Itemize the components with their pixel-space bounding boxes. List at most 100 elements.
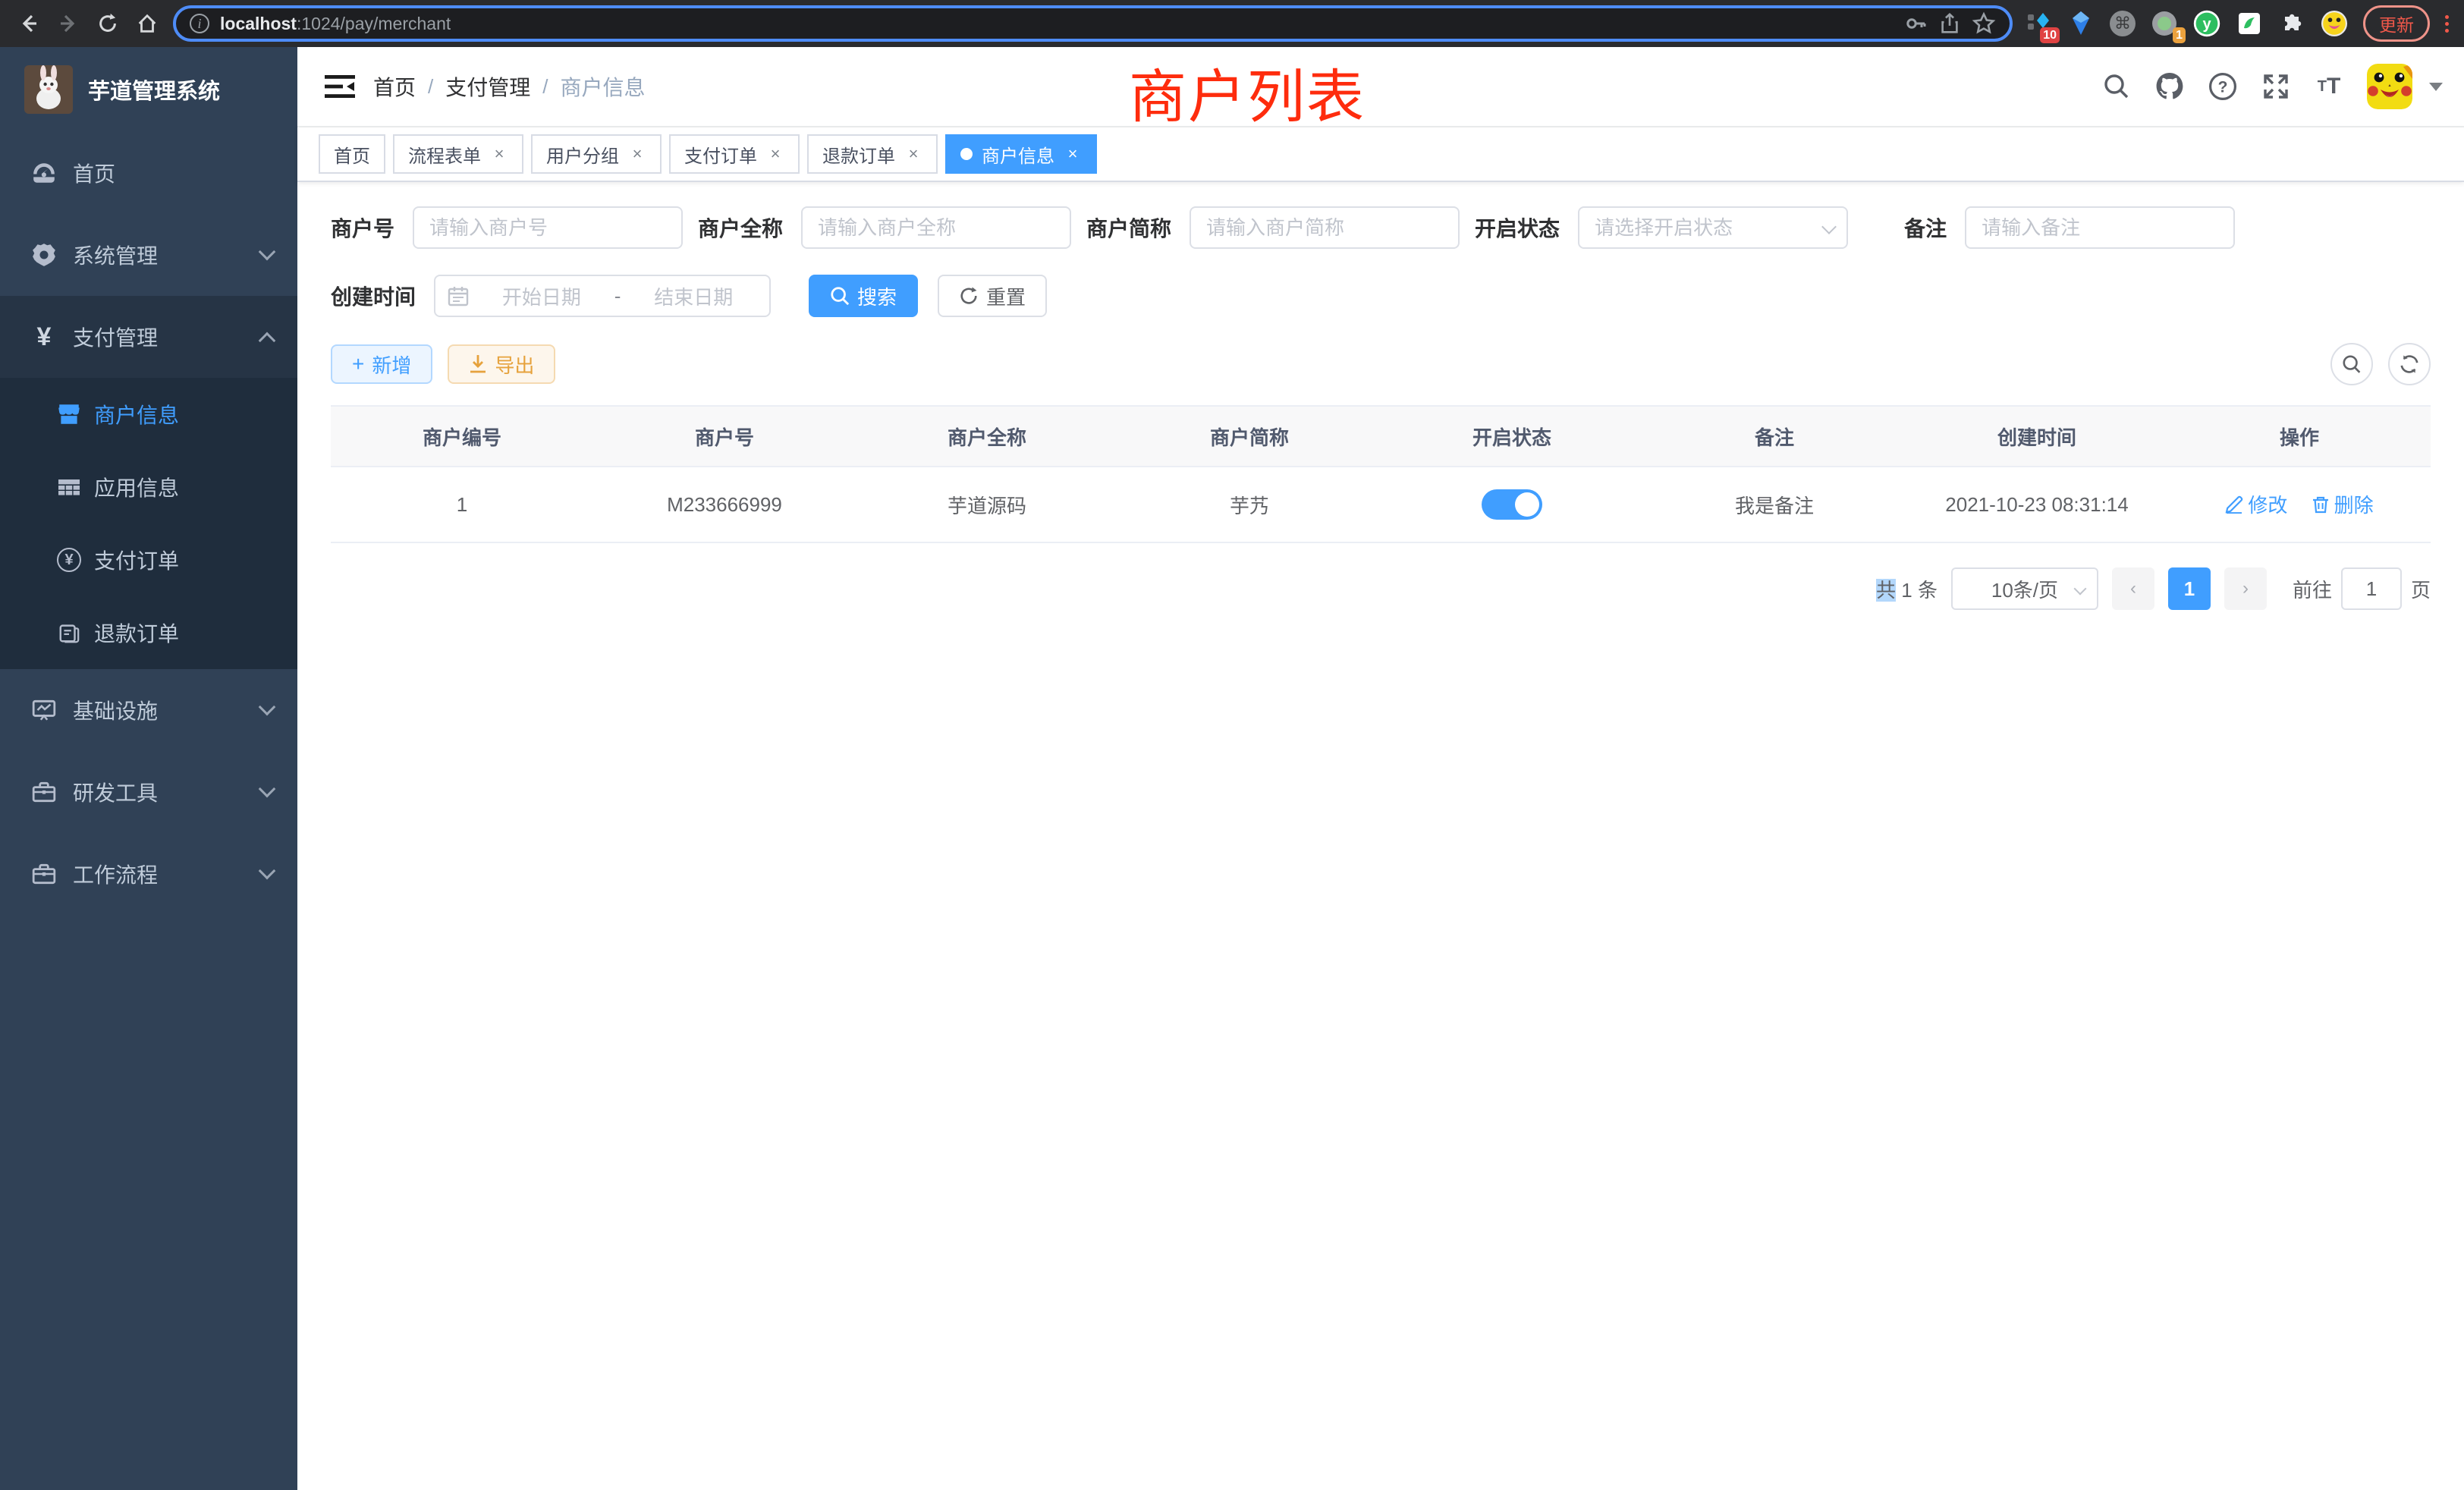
address-bar[interactable]: i localhost:1024/pay/merchant (173, 5, 2013, 42)
date-range-picker[interactable]: 开始日期 - 结束日期 (434, 275, 771, 317)
goto-page-input[interactable] (2341, 567, 2402, 610)
col-actions: 操作 (2168, 406, 2431, 467)
browser-reload-icon[interactable] (94, 10, 121, 37)
sidebar-fold-icon[interactable] (325, 74, 355, 99)
user-avatar[interactable] (2367, 64, 2412, 109)
search-button[interactable]: 搜索 (809, 275, 918, 317)
extension-pie-icon[interactable]: 1 (2151, 10, 2178, 37)
svg-text:y: y (2202, 16, 2211, 33)
top-navbar: 首页 / 支付管理 / 商户信息 商户列表 ? TT (297, 47, 2464, 127)
sidebar-item-label: 商户信息 (94, 399, 179, 429)
col-full-name: 商户全称 (856, 406, 1118, 467)
add-button[interactable]: + 新增 (331, 344, 432, 384)
reset-button[interactable]: 重置 (938, 275, 1047, 317)
extension-green-doc-icon[interactable] (2236, 10, 2263, 37)
status-label: 开启状态 (1475, 212, 1578, 243)
screen: i localhost:1024/pay/merchant 10 ⌘ 1 y 更… (0, 0, 2464, 1490)
dashboard-icon (30, 159, 58, 187)
extensions-puzzle-icon[interactable] (2278, 10, 2305, 37)
site-info-icon[interactable]: i (190, 14, 209, 33)
sidebar-item-merchant-info[interactable]: 商户信息 (0, 378, 297, 451)
close-icon[interactable]: × (490, 145, 508, 163)
chevron-down-icon (259, 863, 276, 880)
sidebar-item-workflow[interactable]: 工作流程 (0, 833, 297, 915)
page-size-select[interactable]: 10条/页 (1951, 567, 2098, 610)
browser-update-button[interactable]: 更新 (2363, 5, 2430, 42)
monitor-icon (30, 696, 58, 724)
cell-created-at: 2021-10-23 08:31:14 (1906, 467, 2168, 542)
avatar-caret-icon[interactable] (2429, 83, 2443, 91)
sidebar-item-devtools[interactable]: 研发工具 (0, 751, 297, 833)
close-icon[interactable]: × (628, 145, 646, 163)
sidebar-item-payment[interactable]: ¥ 支付管理 (0, 296, 297, 378)
next-page-button[interactable]: › (2224, 567, 2267, 610)
sidebar-item-label: 退款订单 (94, 618, 179, 648)
close-icon[interactable]: × (904, 145, 922, 163)
sidebar: 芋道管理系统 首页 系统管理 ¥ 支付管理 (0, 47, 297, 1490)
github-icon[interactable] (2154, 71, 2185, 102)
search-icon[interactable] (2101, 71, 2132, 102)
prev-page-button[interactable]: ‹ (2112, 567, 2154, 610)
close-icon[interactable]: × (766, 145, 784, 163)
refresh-icon (2400, 354, 2419, 374)
sidebar-item-home[interactable]: 首页 (0, 132, 297, 214)
browser-chrome: i localhost:1024/pay/merchant 10 ⌘ 1 y 更… (0, 0, 2464, 47)
tab-refund-order[interactable]: 退款订单× (807, 134, 938, 174)
remark-input[interactable] (1965, 206, 2235, 249)
breadcrumb-home[interactable]: 首页 (373, 71, 416, 102)
payment-submenu: 商户信息 应用信息 ¥ 支付订单 退款订单 (0, 378, 297, 669)
extension-blue-gem-icon[interactable] (2067, 10, 2095, 37)
end-date-placeholder[interactable]: 结束日期 (630, 282, 757, 310)
col-merchant-id: 商户编号 (331, 406, 593, 467)
download-icon (469, 354, 487, 374)
browser-back-icon[interactable] (15, 10, 42, 37)
tab-user-group[interactable]: 用户分组× (531, 134, 662, 174)
refresh-table-button[interactable] (2388, 343, 2431, 385)
status-toggle[interactable] (1482, 489, 1542, 520)
merchant-short-input[interactable] (1190, 206, 1460, 249)
profile-smiley-icon[interactable] (2321, 10, 2348, 37)
delete-link[interactable]: 删除 (2312, 490, 2374, 518)
browser-menu-icon[interactable] (2445, 15, 2449, 33)
merchant-name-input[interactable] (801, 206, 1071, 249)
gear-icon (30, 241, 58, 269)
extension-y-icon[interactable]: y (2193, 10, 2220, 37)
start-date-placeholder[interactable]: 开始日期 (478, 282, 605, 310)
merchant-name-label: 商户全称 (698, 212, 801, 243)
extension-command-icon[interactable]: ⌘ (2110, 11, 2136, 36)
tab-pay-order[interactable]: 支付订单× (669, 134, 800, 174)
chevron-down-icon (259, 244, 276, 261)
sidebar-item-refund-order[interactable]: 退款订单 (0, 596, 297, 669)
browser-home-icon[interactable] (134, 10, 161, 37)
extension-badge: 1 (2173, 27, 2186, 43)
app-logo[interactable]: 芋道管理系统 (0, 47, 297, 132)
tab-home[interactable]: 首页 (319, 134, 385, 174)
merchant-no-input[interactable] (413, 206, 683, 249)
sidebar-item-system[interactable]: 系统管理 (0, 214, 297, 296)
bookmark-star-icon[interactable] (1972, 11, 1996, 36)
extension-blue-diamond-icon[interactable]: 10 (2025, 10, 2052, 37)
sidebar-item-infra[interactable]: 基础设施 (0, 669, 297, 751)
export-button[interactable]: 导出 (448, 344, 555, 384)
tab-process-form[interactable]: 流程表单× (393, 134, 523, 174)
navbar-tools: ? TT (2101, 64, 2443, 109)
browser-forward-icon[interactable] (55, 10, 82, 37)
refresh-icon (959, 286, 979, 306)
sidebar-item-pay-order[interactable]: ¥ 支付订单 (0, 523, 297, 596)
close-icon[interactable]: × (1064, 145, 1082, 163)
share-icon[interactable] (1938, 11, 1961, 36)
chevron-down-icon (2073, 583, 2086, 596)
breadcrumb-payment[interactable]: 支付管理 (445, 71, 530, 102)
sidebar-item-app-info[interactable]: 应用信息 (0, 451, 297, 523)
edit-link[interactable]: 修改 (2225, 490, 2287, 518)
page-number-1[interactable]: 1 (2168, 567, 2211, 610)
tab-merchant-info[interactable]: 商户信息× (945, 134, 1097, 174)
toggle-search-button[interactable] (2330, 343, 2373, 385)
grid-icon (56, 474, 82, 500)
logo-avatar (24, 65, 73, 114)
password-key-icon[interactable] (1903, 11, 1928, 36)
font-size-icon[interactable]: TT (2314, 71, 2344, 102)
status-select[interactable] (1578, 206, 1848, 249)
fullscreen-icon[interactable] (2261, 71, 2291, 102)
help-icon[interactable]: ? (2208, 71, 2238, 102)
